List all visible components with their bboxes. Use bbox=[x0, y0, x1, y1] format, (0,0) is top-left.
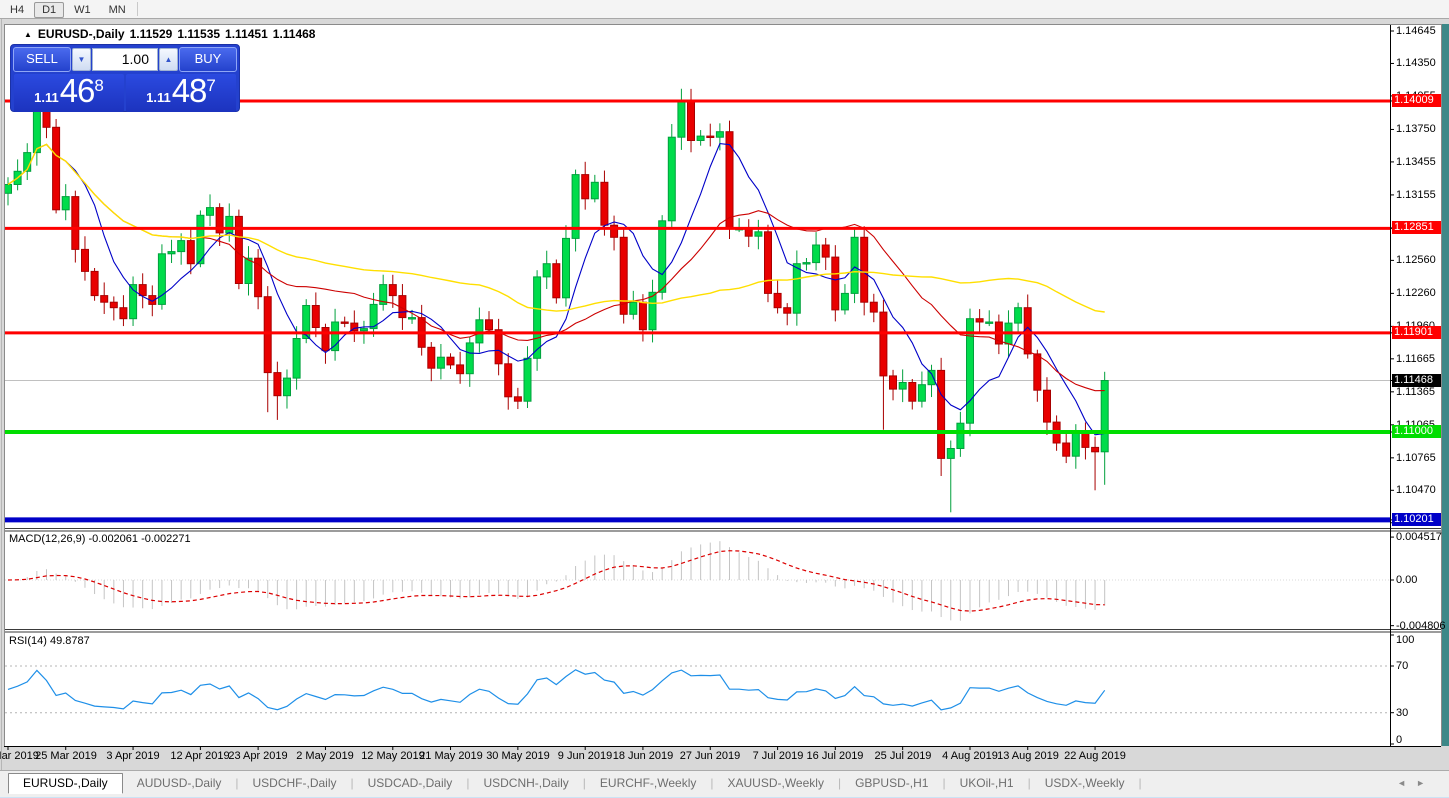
buy-price-sup: 7 bbox=[206, 76, 215, 96]
tab-xauusd[interactable]: XAUUSD-,Weekly bbox=[713, 774, 837, 793]
macd-axis-tick: -0.004806 bbox=[1396, 620, 1446, 632]
sell-price-tile[interactable]: 1.11468 bbox=[14, 74, 124, 112]
one-click-trading-panel: SELL ▼ 1.00 ▲ BUY 1.11468 1.11487 bbox=[10, 44, 240, 112]
buy-price-tile[interactable]: 1.11487 bbox=[126, 74, 236, 112]
date-label: 18 Jun 2019 bbox=[607, 750, 679, 762]
price-badge-1.12851: 1.12851 bbox=[1392, 221, 1441, 234]
price-badge-1.11468: 1.11468 bbox=[1392, 374, 1441, 387]
rsi-axis-tick: 100 bbox=[1396, 634, 1414, 646]
date-label: 16 Jul 2019 bbox=[799, 750, 871, 762]
price-axis-tick: 1.13455 bbox=[1396, 156, 1436, 168]
price-axis-tick: 1.13750 bbox=[1396, 123, 1436, 135]
tab-usdcnh[interactable]: USDCNH-,Daily bbox=[469, 774, 582, 793]
date-label: 3 Apr 2019 bbox=[97, 750, 169, 762]
date-label: 13 Aug 2019 bbox=[992, 750, 1064, 762]
price-axis-tick: 1.14645 bbox=[1396, 25, 1436, 37]
toolbar-separator bbox=[137, 2, 138, 16]
price-badge-1.14009: 1.14009 bbox=[1392, 94, 1441, 107]
buy-price-prefix: 1.11 bbox=[146, 90, 171, 105]
date-label: 25 Jul 2019 bbox=[867, 750, 939, 762]
price-badge-1.10201: 1.10201 bbox=[1392, 513, 1441, 526]
sell-price-big: 46 bbox=[60, 76, 95, 106]
price-axis-tick: 1.13155 bbox=[1396, 189, 1436, 201]
price-badge-1.11901: 1.11901 bbox=[1392, 326, 1441, 339]
tab-gbpusd[interactable]: GBPUSD-,H1 bbox=[841, 774, 942, 793]
volume-input[interactable]: 1.00 bbox=[92, 48, 158, 71]
low-value: 1.11451 bbox=[225, 27, 268, 41]
price-axis-tick: 1.12560 bbox=[1396, 254, 1436, 266]
tabs-scroll-right-icon[interactable]: ► bbox=[1416, 778, 1435, 788]
date-label: 25 Mar 2019 bbox=[30, 750, 102, 762]
timeframe-button-h4[interactable]: H4 bbox=[2, 2, 32, 18]
close-value: 1.11468 bbox=[273, 27, 316, 41]
tab-usdchf[interactable]: USDCHF-,Daily bbox=[239, 774, 351, 793]
tab-separator: | bbox=[1139, 776, 1142, 790]
price-badge-1.11000: 1.11000 bbox=[1392, 425, 1441, 438]
date-label: 21 May 2019 bbox=[415, 750, 487, 762]
tab-eurchf[interactable]: EURCHF-,Weekly bbox=[586, 774, 710, 793]
date-label: 30 May 2019 bbox=[482, 750, 554, 762]
rsi-axis-tick: 30 bbox=[1396, 707, 1408, 719]
rsi-axis-tick: 70 bbox=[1396, 660, 1408, 672]
chart-canvas[interactable] bbox=[0, 19, 1449, 770]
price-axis-tick: 1.12260 bbox=[1396, 287, 1436, 299]
sell-price-prefix: 1.11 bbox=[34, 90, 59, 105]
tab-usdcad[interactable]: USDCAD-,Daily bbox=[354, 774, 467, 793]
price-axis-tick: 1.11365 bbox=[1396, 386, 1435, 398]
chart-ohlc-header: ▲ EURUSD-,Daily 1.11529 1.11535 1.11451 1.114… bbox=[24, 27, 315, 41]
sell-button[interactable]: SELL bbox=[13, 47, 71, 72]
macd-axis-tick: 0.00 bbox=[1396, 574, 1417, 586]
rsi-indicator-label: RSI(14) 49.8787 bbox=[9, 635, 90, 647]
collapse-panel-icon[interactable]: ▲ bbox=[24, 30, 32, 39]
date-label: 22 Aug 2019 bbox=[1059, 750, 1131, 762]
tab-audusd[interactable]: AUDUSD-,Daily bbox=[123, 774, 236, 793]
mt4-application: H4D1W1MN ▲ EURUSD-,Daily 1.11529 1.11535 1.1… bbox=[0, 0, 1449, 798]
buy-price-big: 48 bbox=[172, 76, 207, 106]
timeframe-button-w1[interactable]: W1 bbox=[66, 2, 99, 18]
price-axis-tick: 1.11665 bbox=[1396, 353, 1435, 365]
rsi-axis-tick: 0 bbox=[1396, 734, 1402, 746]
volume-decrease-button[interactable]: ▼ bbox=[72, 48, 91, 71]
price-axis-tick: 1.14350 bbox=[1396, 57, 1436, 69]
tab-eurusd[interactable]: EURUSD-,Daily bbox=[8, 773, 123, 794]
symbol-label: EURUSD-,Daily bbox=[38, 27, 125, 41]
date-label: 27 Jun 2019 bbox=[674, 750, 746, 762]
date-label: 2 May 2019 bbox=[289, 750, 361, 762]
price-axis-tick: 1.10470 bbox=[1396, 484, 1436, 496]
volume-increase-button[interactable]: ▲ bbox=[159, 48, 178, 71]
price-axis-tick: 1.10765 bbox=[1396, 452, 1436, 464]
timeframe-toolbar: H4D1W1MN bbox=[0, 0, 1449, 19]
macd-indicator-label: MACD(12,26,9) -0.002061 -0.002271 bbox=[9, 533, 191, 545]
timeframe-button-d1[interactable]: D1 bbox=[34, 2, 64, 18]
chart-tab-bar: EURUSD-,DailyAUDUSD-,Daily | USDCHF-,Daily… bbox=[0, 770, 1449, 797]
open-value: 1.11529 bbox=[130, 27, 173, 41]
tab-ukoil[interactable]: UKOil-,H1 bbox=[946, 774, 1028, 793]
macd-axis-tick: 0.004517 bbox=[1396, 531, 1442, 543]
tabs-scroll-left-icon[interactable]: ◄ bbox=[1397, 778, 1416, 788]
sell-price-sup: 8 bbox=[94, 76, 103, 96]
tab-usdx[interactable]: USDX-,Weekly bbox=[1031, 774, 1139, 793]
timeframe-button-mn[interactable]: MN bbox=[101, 2, 134, 18]
buy-button[interactable]: BUY bbox=[179, 47, 237, 72]
high-value: 1.11535 bbox=[177, 27, 220, 41]
date-label: 23 Apr 2019 bbox=[222, 750, 294, 762]
